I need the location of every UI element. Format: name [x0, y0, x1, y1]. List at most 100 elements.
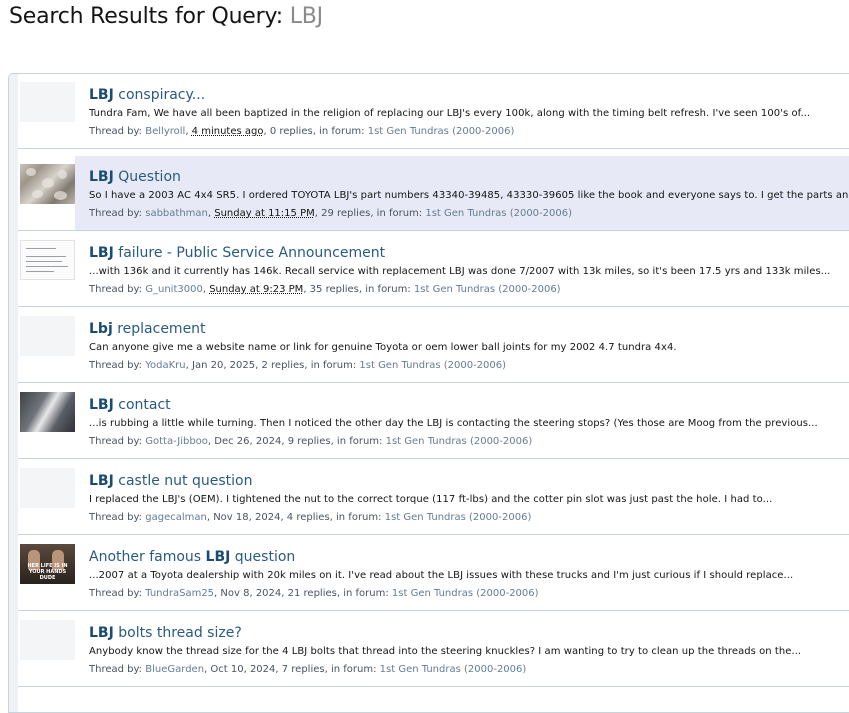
- thread-thumbnail[interactable]: [20, 620, 75, 660]
- reply-count: 29 replies: [321, 208, 371, 219]
- thread-thumbnail[interactable]: [20, 240, 75, 280]
- thread-snippet: So I have a 2003 AC 4x4 SR5. I ordered T…: [89, 190, 849, 201]
- thread-snippet: I replaced the LBJ's (OEM). I tightened …: [89, 494, 773, 505]
- title-keyword: LBJ: [205, 549, 231, 565]
- author-link[interactable]: sabbathman: [145, 208, 208, 219]
- post-time[interactable]: Sunday at 11:15 PM: [214, 208, 314, 219]
- in-forum-label: in forum:: [343, 588, 389, 599]
- in-forum-label: in forum:: [330, 664, 377, 675]
- thread-meta: Thread by: BlueGarden, Oct 10, 2024, 7 r…: [89, 664, 527, 675]
- title-text: castle nut question: [113, 473, 253, 489]
- thread-thumbnail[interactable]: [20, 316, 75, 356]
- post-time[interactable]: Sunday at 9:23 PM: [209, 284, 303, 295]
- search-result-item: LBJ contact ...is rubbing a little while…: [18, 384, 849, 459]
- search-result-item: LBJ castle nut question I replaced the L…: [18, 460, 849, 535]
- title-keyword: LBJ: [89, 625, 114, 641]
- thread-title-link[interactable]: Lbj replacement: [89, 321, 206, 337]
- thread-by-label: Thread by:: [89, 588, 143, 599]
- title-prefix: Another famous: [89, 549, 206, 565]
- post-time: Jan 20, 2025: [192, 360, 256, 371]
- reply-count: 35 replies: [309, 284, 359, 295]
- title-text: question: [230, 549, 296, 565]
- thread-by-label: Thread by:: [89, 284, 143, 295]
- thread-by-label: Thread by:: [89, 208, 143, 219]
- forum-link[interactable]: 1st Gen Tundras (2000-2006): [368, 126, 515, 137]
- author-link[interactable]: Bellyroll: [145, 126, 185, 137]
- forum-link[interactable]: 1st Gen Tundras (2000-2006): [414, 284, 561, 295]
- thread-thumbnail[interactable]: [20, 468, 75, 508]
- forum-link[interactable]: 1st Gen Tundras (2000-2006): [385, 512, 532, 523]
- title-text: replacement: [112, 321, 206, 337]
- post-time[interactable]: 4 minutes ago: [192, 126, 264, 137]
- thread-title-link[interactable]: LBJ conspiracy...: [89, 87, 205, 103]
- title-text: failure - Public Service Announcement: [113, 245, 386, 261]
- thread-snippet: Anybody know the thread size for the 4 L…: [89, 646, 802, 657]
- post-time: Dec 26, 2024: [214, 436, 282, 447]
- post-time: Oct 10, 2024: [210, 664, 276, 675]
- reply-count: 4 replies: [286, 512, 330, 523]
- thread-title-link[interactable]: LBJ Question: [89, 169, 181, 185]
- author-link[interactable]: G_unit3000: [145, 284, 203, 295]
- thread-snippet: Tundra Fam, We have all been baptized in…: [89, 108, 811, 119]
- in-forum-label: in forum:: [310, 360, 357, 371]
- reply-count: 7 replies: [281, 664, 325, 675]
- reply-count: 21 replies: [287, 588, 337, 599]
- post-time: Nov 8, 2024: [220, 588, 282, 599]
- forum-link[interactable]: 1st Gen Tundras (2000-2006): [386, 436, 533, 447]
- thumbnail-caption: HER LIFE IS IN YOUR HANDS DUDE: [27, 563, 68, 581]
- author-link[interactable]: Gotta-Jibboo: [145, 436, 208, 447]
- search-result-item: HER LIFE IS IN YOUR HANDS DUDE Another f…: [18, 536, 849, 611]
- in-forum-label: in forum:: [319, 126, 365, 137]
- in-forum-label: in forum:: [365, 284, 411, 295]
- thread-thumbnail[interactable]: [20, 164, 75, 204]
- forum-link[interactable]: 1st Gen Tundras (2000-2006): [380, 664, 527, 675]
- thread-title-link[interactable]: LBJ contact: [89, 397, 171, 413]
- thread-meta: Thread by: Gotta-Jibboo, Dec 26, 2024, 9…: [89, 436, 533, 447]
- thread-title-link[interactable]: LBJ castle nut question: [89, 473, 252, 489]
- forum-link[interactable]: 1st Gen Tundras (2000-2006): [392, 588, 539, 599]
- page-title: Search Results for Query: LBJ: [9, 4, 323, 29]
- thread-thumbnail[interactable]: [20, 392, 75, 432]
- in-forum-label: in forum:: [336, 512, 382, 523]
- thread-title-link[interactable]: LBJ failure - Public Service Announcemen…: [89, 245, 385, 261]
- title-text: contact: [113, 397, 171, 413]
- title-keyword: LBJ: [89, 473, 114, 489]
- thread-snippet: ...with 136k and it currently has 146k. …: [89, 266, 831, 277]
- title-keyword: Lbj: [89, 321, 113, 337]
- thread-by-label: Thread by:: [89, 360, 143, 371]
- forum-link[interactable]: 1st Gen Tundras (2000-2006): [425, 208, 572, 219]
- thread-snippet: ...2007 at a Toyota dealership with 20k …: [89, 570, 794, 581]
- search-result-item: Lbj replacement Can anyone give me a web…: [18, 308, 849, 383]
- thread-title-link[interactable]: Another famous LBJ question: [89, 549, 295, 565]
- title-keyword: LBJ: [89, 245, 114, 261]
- post-time: Nov 18, 2024: [213, 512, 281, 523]
- search-results-list: LBJ conspiracy... Tundra Fam, We have al…: [8, 73, 849, 713]
- thread-by-label: Thread by:: [89, 126, 143, 137]
- in-forum-label: in forum:: [376, 208, 423, 219]
- search-result-item: LBJ Question So I have a 2003 AC 4x4 SR5…: [18, 156, 849, 231]
- thread-thumbnail[interactable]: HER LIFE IS IN YOUR HANDS DUDE: [20, 544, 75, 584]
- title-text: conspiracy...: [113, 87, 206, 103]
- search-query: LBJ: [289, 4, 323, 29]
- thread-meta: Thread by: TundraSam25, Nov 8, 2024, 21 …: [89, 588, 539, 599]
- thread-meta: Thread by: sabbathman, Sunday at 11:15 P…: [89, 208, 572, 219]
- thread-meta: Thread by: G_unit3000, Sunday at 9:23 PM…: [89, 284, 561, 295]
- thread-meta: Thread by: gagecalman, Nov 18, 2024, 4 r…: [89, 512, 532, 523]
- thread-by-label: Thread by:: [89, 436, 143, 447]
- forum-link[interactable]: 1st Gen Tundras (2000-2006): [359, 360, 506, 371]
- thread-title-link[interactable]: LBJ bolts thread size?: [89, 625, 242, 641]
- author-link[interactable]: gagecalman: [145, 512, 207, 523]
- author-link[interactable]: BlueGarden: [145, 664, 204, 675]
- thread-meta: Thread by: YodaKru, Jan 20, 2025, 2 repl…: [89, 360, 507, 371]
- page-title-prefix: Search Results for Query:: [9, 4, 283, 29]
- search-result-item: LBJ bolts thread size? Anybody know the …: [18, 612, 849, 687]
- thread-by-label: Thread by:: [89, 512, 143, 523]
- title-text: Question: [113, 169, 181, 185]
- reply-count: 0 replies: [269, 126, 313, 137]
- reply-count: 9 replies: [287, 436, 331, 447]
- thread-snippet: ...is rubbing a little while turning. Th…: [89, 418, 818, 429]
- title-keyword: LBJ: [89, 397, 114, 413]
- author-link[interactable]: TundraSam25: [145, 588, 214, 599]
- thread-thumbnail[interactable]: [20, 82, 75, 122]
- author-link[interactable]: YodaKru: [145, 360, 185, 371]
